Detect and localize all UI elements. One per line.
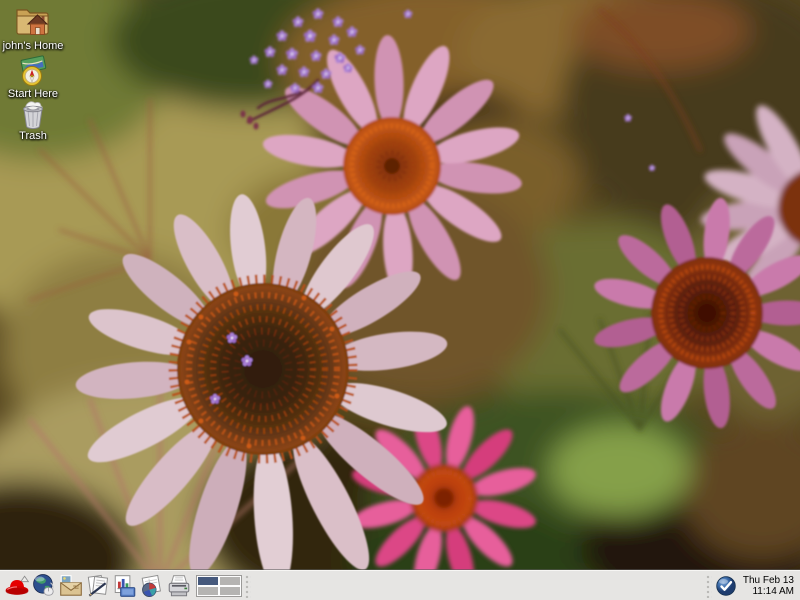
envelope-icon bbox=[58, 573, 84, 599]
main-menu-button[interactable] bbox=[3, 572, 30, 600]
update-notification-button[interactable] bbox=[714, 574, 738, 598]
red-hat-icon bbox=[4, 573, 30, 599]
update-check-icon bbox=[715, 575, 737, 597]
calc-pie-chart-icon bbox=[139, 573, 165, 599]
panel-drag-handle-left[interactable] bbox=[244, 574, 251, 598]
wallpaper-coneflowers bbox=[0, 0, 800, 600]
desktop-icon-start-here[interactable]: Start Here bbox=[0, 55, 66, 100]
presentation-launcher[interactable] bbox=[111, 572, 138, 600]
bottom-panel: Thu Feb 13 11:14 AM bbox=[0, 570, 800, 600]
word-processor-launcher[interactable] bbox=[84, 572, 111, 600]
clock-time: 11:14 AM bbox=[743, 586, 794, 597]
desktop-icon-label: Trash bbox=[19, 130, 47, 142]
workspace-2[interactable] bbox=[220, 577, 240, 585]
home-folder-icon bbox=[13, 3, 53, 39]
desktop-icon-label: john's Home bbox=[3, 40, 64, 52]
writer-documents-icon bbox=[85, 573, 111, 599]
printer-icon bbox=[166, 573, 192, 599]
globe-mouse-icon bbox=[31, 573, 57, 599]
workspace-1[interactable] bbox=[198, 577, 218, 585]
desktop-icon-trash[interactable]: Trash bbox=[0, 99, 66, 142]
desktop-icon-johns-home[interactable]: john's Home bbox=[0, 3, 66, 52]
impress-chart-icon bbox=[112, 573, 138, 599]
trash-icon bbox=[16, 99, 50, 129]
email-launcher[interactable] bbox=[57, 572, 84, 600]
workspace-switcher[interactable] bbox=[196, 575, 242, 597]
print-manager-launcher[interactable] bbox=[165, 572, 192, 600]
workspace-3[interactable] bbox=[198, 587, 218, 595]
web-browser-launcher[interactable] bbox=[30, 572, 57, 600]
workspace-4[interactable] bbox=[220, 587, 240, 595]
spreadsheet-launcher[interactable] bbox=[138, 572, 165, 600]
clock-date: Thu Feb 13 bbox=[743, 575, 794, 586]
panel-drag-handle-right[interactable] bbox=[705, 574, 712, 598]
desktop-screen: john's Home Start Here bbox=[0, 0, 800, 600]
start-here-icon bbox=[15, 55, 51, 87]
clock[interactable]: Thu Feb 13 11:14 AM bbox=[743, 575, 794, 597]
